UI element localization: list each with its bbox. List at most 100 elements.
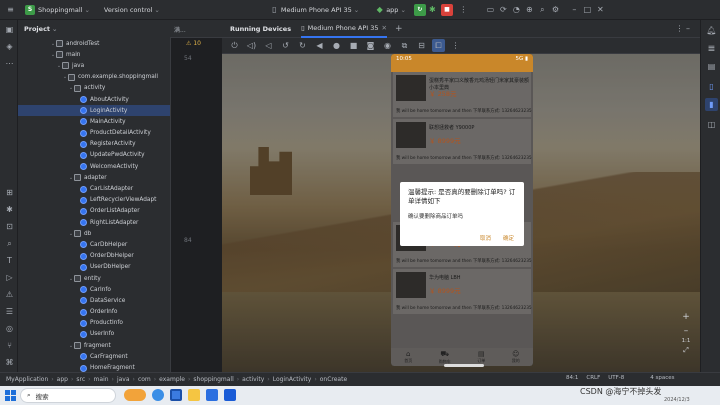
breadcrumb-item[interactable]: example [159,376,185,383]
nav-cart[interactable]: ⛟ 购物车 [439,350,451,365]
debug-icon[interactable]: ✱ [426,3,439,16]
fit-screen-icon[interactable]: ⤢ [678,346,694,355]
volume-down-icon[interactable]: ◁ [262,39,275,52]
tree-item[interactable]: CarInfo [18,284,170,295]
tree-item[interactable]: LeftRecyclerViewAdapt [18,195,170,206]
tree-item[interactable]: UserDbHelper [18,262,170,273]
running-devices-icon[interactable]: ▮ [705,98,718,111]
zoom-in-icon[interactable]: + [678,312,694,322]
breadcrumb-item[interactable]: activity [242,376,264,383]
android-studio-icon[interactable] [170,389,182,401]
emulator-icon[interactable]: ◫ [705,118,718,131]
tree-item[interactable]: WelcomeActivity [18,161,170,172]
run-config[interactable]: ◆ app ⌄ [373,0,406,20]
rotate-left-icon[interactable]: ↺ [279,39,292,52]
terminal-2-icon[interactable]: ⌘ [3,356,16,369]
minimize-icon[interactable]: – [568,3,581,16]
edge-icon[interactable] [152,389,164,401]
mail-icon[interactable] [206,389,218,401]
toolbar-more-icon[interactable]: ⋮ [449,39,462,52]
indent-setting[interactable]: 4 spaces [650,375,674,381]
app-inspection-icon[interactable]: ⌕ [3,237,16,250]
fold-icon[interactable]: ⊟ [415,39,428,52]
file-encoding[interactable]: UTF-8 [608,375,624,381]
search-icon[interactable]: ⌕ [536,3,549,16]
tree-item[interactable]: ⌄ fragment [18,340,170,351]
problems-icon[interactable]: ⚠ [3,288,16,301]
tree-item[interactable]: CarFragment [18,351,170,362]
services-icon[interactable]: ◎ [3,322,16,335]
device-tab[interactable]: ▯ Medium Phone API 35 ✕ [301,20,387,38]
file-explorer-icon[interactable] [188,389,200,401]
terminal-icon[interactable]: ⊡ [3,220,16,233]
tree-item[interactable]: ⌄ entity [18,273,170,284]
nav-home[interactable]: ⌂ 首页 [404,350,412,364]
editor-tab[interactable]: 满... [174,25,186,34]
tab-close-icon[interactable]: ✕ [382,24,387,32]
zoom-out-icon[interactable]: – [678,326,694,336]
rerun-icon[interactable]: ↻ [413,3,426,16]
snapshot-icon[interactable]: ⧉ [398,39,411,52]
tree-item[interactable]: ⌄ java [18,60,170,71]
breadcrumb-item[interactable]: main [94,376,109,383]
tree-item[interactable]: OrderDbHelper [18,251,170,262]
build-variants-icon[interactable]: ⊞ [3,186,16,199]
volume-up-icon[interactable]: ◁) [245,39,258,52]
tree-item[interactable]: ⌄ adapter [18,172,170,183]
maximize-icon[interactable]: □ [581,3,594,16]
breadcrumb-item[interactable]: onCreate [320,376,347,383]
breadcrumb-item[interactable]: src [76,376,85,383]
panel-options-icon[interactable]: ⋮ – [675,24,690,33]
project-panel-header[interactable]: Project ⌄ [18,20,170,38]
device-selector[interactable]: ▯ Medium Phone API 35 ⌄ [268,0,359,20]
debug-tool-icon[interactable]: ✱ [3,203,16,216]
todo-icon[interactable]: ☰ [3,305,16,318]
sync-icon[interactable]: ⟳ [497,3,510,16]
breadcrumb-item[interactable]: MyApplication [6,376,48,383]
order-card[interactable]: 华为电脑 LBH ￥ 8999元我 will be home tomorrow a… [393,269,532,314]
store-icon[interactable] [224,389,236,401]
stop-icon[interactable]: ■ [440,3,453,16]
tree-item[interactable]: RegisterActivity [18,139,170,150]
structure-icon[interactable]: ⋯ [3,57,16,70]
power-icon[interactable]: ⏻ [228,39,241,52]
screen-record-icon[interactable]: ◉ [381,39,394,52]
logcat-icon[interactable]: T [3,254,16,267]
tree-item[interactable]: ⌄ main [18,49,170,60]
git-icon[interactable]: ⑂ [3,339,16,352]
close-icon[interactable]: ✕ [594,3,607,16]
more-actions-icon[interactable]: ⋮ [457,3,470,16]
widgets-icon[interactable] [124,389,146,401]
tree-item[interactable]: CarListAdapter [18,183,170,194]
commit-icon[interactable]: ◈ [3,40,16,53]
tree-item[interactable]: CarDbHelper [18,239,170,250]
vcs-menu[interactable]: Version control ⌄ [104,0,160,20]
breadcrumb-item[interactable]: java [117,376,130,383]
tree-item[interactable]: ⌄ db [18,228,170,239]
device-file-icon[interactable]: ▤ [705,60,718,73]
back-icon[interactable]: ◀ [313,39,326,52]
tree-item[interactable]: OrderInfo [18,307,170,318]
warning-count[interactable]: ⚠ 10 [186,40,201,47]
tree-item[interactable]: ProductInfo [18,318,170,329]
home-icon[interactable]: ● [330,39,343,52]
project-switcher[interactable]: S Shoppingmall ⌄ [25,0,90,20]
tree-item[interactable]: ⌄ androidTest [18,38,170,49]
nav-orders[interactable]: ▤ 订单 [477,350,485,364]
notifications-icon[interactable]: 🔔︎ [705,24,718,37]
tree-item[interactable]: UserInfo [18,329,170,340]
tree-item[interactable]: ProductDetailActivity [18,128,170,139]
tree-item[interactable]: AboutActivity [18,94,170,105]
dialog-ok-button[interactable]: 确定 [503,234,514,242]
settings-icon[interactable]: ⚙ [549,3,562,16]
taskbar-search[interactable]: ⌕ 搜索 [20,388,116,403]
line-separator[interactable]: CRLF [586,375,600,381]
overview-icon[interactable]: ■ [347,39,360,52]
caret-position[interactable]: 84:1 [566,375,578,381]
tree-item[interactable]: UpdatePwdActivity [18,150,170,161]
breadcrumb-item[interactable]: app [57,376,68,383]
mirror-icon[interactable]: ⧠ [432,39,445,52]
order-card[interactable]: 联想拯救者 Y9000P ￥ 8999元我 will be home tomorr… [393,119,532,164]
start-icon[interactable] [5,390,16,401]
breadcrumb-item[interactable]: LoginActivity [273,376,312,383]
